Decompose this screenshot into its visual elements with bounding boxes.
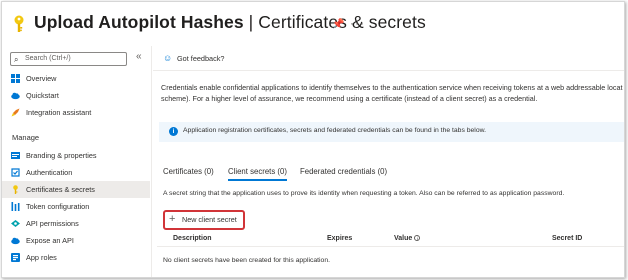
tab-certificates[interactable]: Certificates (0) bbox=[163, 167, 214, 176]
table-header-divider bbox=[157, 246, 624, 247]
sidebar-section-manage: Manage bbox=[12, 133, 40, 142]
info-icon: i bbox=[169, 127, 178, 136]
pin-icon[interactable]: 📌 bbox=[332, 19, 344, 30]
info-circle-icon[interactable]: i bbox=[414, 235, 421, 242]
collapse-sidebar-icon[interactable]: « bbox=[136, 51, 142, 62]
sidebar-item-integration-assistant[interactable]: Integration assistant bbox=[2, 104, 150, 121]
column-header-value[interactable]: Value i bbox=[394, 235, 421, 242]
roles-icon bbox=[11, 253, 20, 262]
cloud-icon bbox=[11, 237, 20, 245]
sidebar-item-app-roles[interactable]: App roles bbox=[2, 249, 150, 266]
key-icon bbox=[14, 15, 24, 32]
sidebar-item-authentication[interactable]: Authentication bbox=[2, 164, 150, 181]
description-line: scheme). For a higher level of assurance… bbox=[161, 93, 538, 103]
toolbar-divider bbox=[153, 70, 624, 71]
sidebar-item-label: Authentication bbox=[26, 168, 73, 177]
sidebar-item-label: Expose an API bbox=[26, 236, 74, 245]
sidebar-item-label: Overview bbox=[26, 74, 57, 83]
column-header-expires[interactable]: Expires bbox=[327, 235, 352, 242]
sidebar: ⌕ Search (Ctrl+/) « Overview Quickstart … bbox=[2, 46, 152, 277]
sidebar-item-label: Branding & properties bbox=[26, 151, 97, 160]
search-placeholder: Search (Ctrl+/) bbox=[25, 55, 71, 62]
auth-icon bbox=[11, 168, 20, 177]
new-client-secret-label: New client secret bbox=[182, 215, 237, 224]
api-icon bbox=[11, 220, 20, 227]
info-message-bar: i Application registration certificates,… bbox=[159, 122, 624, 142]
branding-icon bbox=[11, 152, 20, 159]
sidebar-item-label: Token configuration bbox=[26, 202, 90, 211]
info-text: Application registration certificates, s… bbox=[183, 127, 487, 134]
title-separator: | bbox=[243, 12, 259, 32]
sidebar-item-label: App roles bbox=[26, 253, 57, 262]
empty-table-message: No client secrets have been created for … bbox=[163, 257, 330, 264]
sidebar-item-overview[interactable]: Overview bbox=[2, 70, 150, 87]
value-label: Value bbox=[394, 235, 413, 242]
page-header: Upload Autopilot Hashes | Certificates &… bbox=[2, 2, 624, 46]
sidebar-item-token-configuration[interactable]: Token configuration bbox=[2, 198, 150, 215]
token-icon bbox=[11, 202, 20, 211]
sidebar-item-label: Quickstart bbox=[26, 91, 59, 100]
plus-icon: + bbox=[169, 213, 176, 225]
sidebar-item-label: Integration assistant bbox=[26, 108, 92, 117]
feedback-label: Got feedback? bbox=[177, 54, 225, 63]
feedback-icon: ☺ bbox=[163, 53, 173, 63]
sidebar-item-quickstart[interactable]: Quickstart bbox=[2, 87, 150, 104]
cloud-icon bbox=[11, 92, 20, 100]
credentials-description: Credentials enable confidential applicat… bbox=[161, 83, 624, 104]
new-client-secret-button[interactable]: + New client secret bbox=[163, 210, 245, 230]
main-content: ☺ Got feedback? Credentials enable confi… bbox=[153, 46, 624, 277]
sidebar-item-label: API permissions bbox=[26, 219, 79, 228]
tab-federated-credentials[interactable]: Federated credentials (0) bbox=[300, 167, 387, 176]
page-title: Upload Autopilot Hashes | Certificates &… bbox=[34, 12, 426, 33]
sidebar-item-label: Certificates & secrets bbox=[26, 185, 95, 194]
search-icon: ⌕ bbox=[14, 55, 19, 64]
key-icon bbox=[13, 185, 18, 194]
app-window: Upload Autopilot Hashes | Certificates &… bbox=[1, 1, 625, 278]
grid-icon bbox=[11, 74, 20, 83]
sidebar-item-certificates-secrets[interactable]: Certificates & secrets bbox=[2, 181, 150, 198]
sidebar-item-branding[interactable]: Branding & properties bbox=[2, 147, 150, 164]
search-input[interactable]: ⌕ Search (Ctrl+/) bbox=[10, 52, 127, 66]
feedback-button[interactable]: ☺ Got feedback? bbox=[163, 53, 225, 63]
sidebar-item-expose-an-api[interactable]: Expose an API bbox=[2, 232, 150, 249]
more-icon[interactable]: ··· bbox=[350, 16, 365, 30]
rocket-icon bbox=[11, 108, 20, 117]
column-header-description[interactable]: Description bbox=[173, 235, 212, 242]
column-header-secret-id[interactable]: Secret ID bbox=[552, 235, 582, 242]
description-line: Credentials enable confidential applicat… bbox=[161, 83, 623, 92]
sidebar-item-api-permissions[interactable]: API permissions bbox=[2, 215, 150, 232]
app-name: Upload Autopilot Hashes bbox=[34, 12, 244, 32]
client-secrets-description: A secret string that the application use… bbox=[163, 190, 565, 197]
tab-client-secrets[interactable]: Client secrets (0) bbox=[228, 167, 287, 181]
